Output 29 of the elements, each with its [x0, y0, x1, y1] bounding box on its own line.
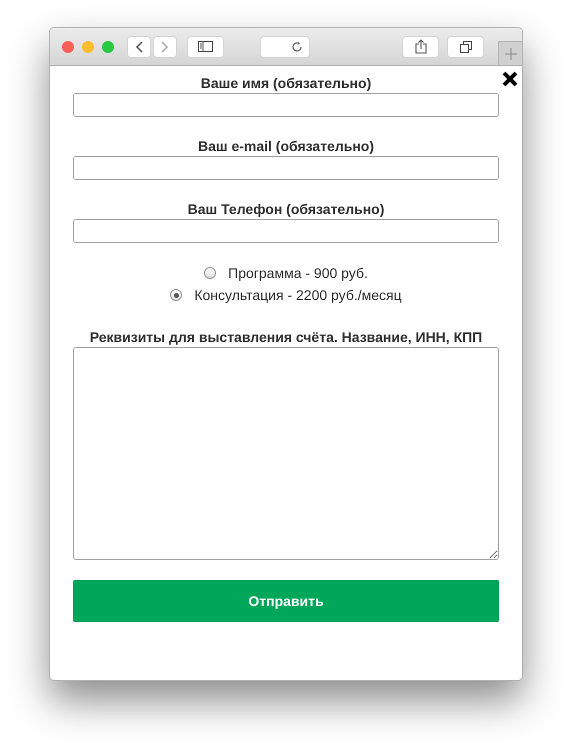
option-label: Консультация - 2200 руб./месяц: [194, 286, 402, 304]
minimize-window-icon[interactable]: [82, 40, 94, 52]
share-button[interactable]: [402, 36, 439, 58]
radio-button[interactable]: [204, 267, 216, 279]
field-label: Ваш e-mail (обязательно): [198, 138, 374, 155]
zoom-window-icon[interactable]: [102, 40, 114, 52]
field-label: Реквизиты для выставления счёта. Название, ИНН, КПП: [90, 329, 482, 346]
input-field[interactable]: [73, 156, 499, 180]
forward-icon: [161, 40, 169, 52]
field-label: Ваш Телефон (обязательно): [188, 201, 384, 218]
address-bar[interactable]: [260, 36, 310, 58]
back-icon: [135, 40, 143, 52]
reload-icon: [291, 40, 303, 52]
close-window-icon[interactable]: [62, 40, 74, 52]
submit-button[interactable]: Отправить: [73, 580, 499, 622]
tabs-icon: [460, 40, 472, 52]
new-tab-button[interactable]: [498, 41, 522, 65]
sidebar-icon: [198, 41, 213, 52]
close-icon[interactable]: [502, 71, 518, 87]
input-field[interactable]: [73, 93, 499, 117]
field-label: Ваше имя (обязательно): [200, 75, 372, 92]
radio-button[interactable]: [170, 289, 182, 301]
input-field[interactable]: [73, 219, 499, 243]
share-icon: [414, 39, 426, 54]
option-label: Программа - 900 руб.: [228, 264, 368, 282]
plus-icon: [504, 48, 516, 60]
sidebar-button[interactable]: [187, 36, 224, 58]
tabs-button[interactable]: [447, 36, 484, 58]
back-button[interactable]: [127, 36, 151, 58]
